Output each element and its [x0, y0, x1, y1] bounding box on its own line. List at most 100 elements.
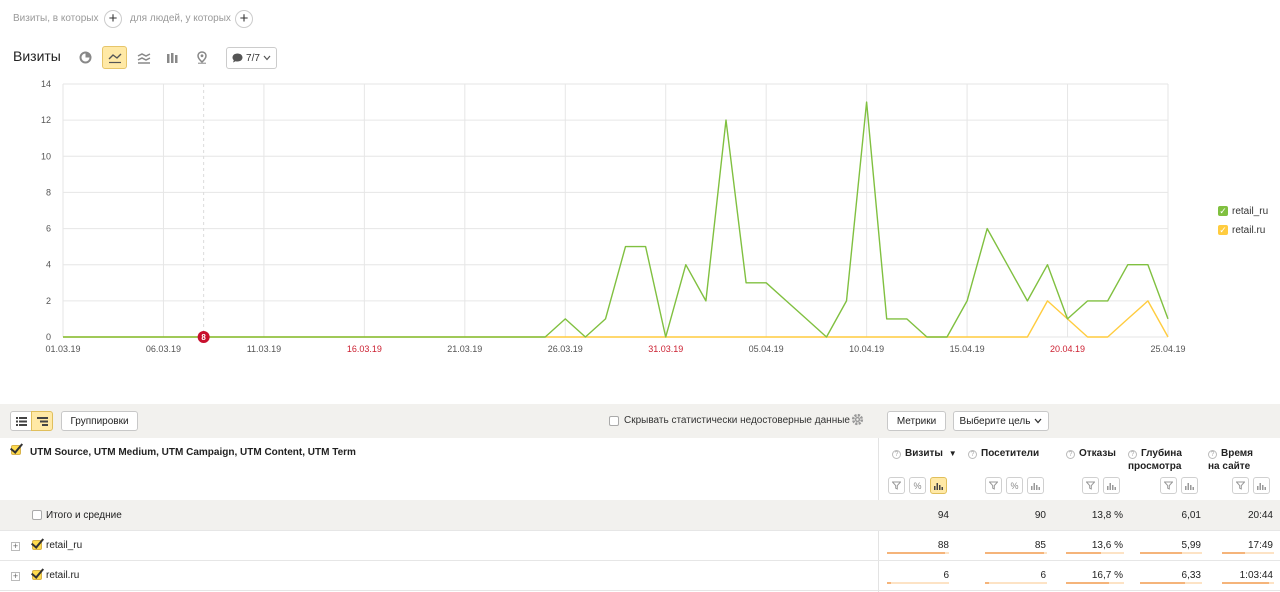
checkbox-checked-icon	[11, 445, 21, 455]
add-people-segment-button[interactable]: +	[235, 10, 253, 28]
filter-button[interactable]	[1082, 477, 1099, 494]
y-tick-label: 8	[46, 187, 51, 197]
gear-icon	[851, 413, 864, 426]
cell-depth: 5,99	[1181, 540, 1201, 551]
area-chart-icon	[137, 52, 150, 64]
column-header-time[interactable]: ? Время на сайте	[1208, 447, 1253, 473]
legend-label: retail.ru	[1232, 224, 1266, 236]
bars-icon	[1107, 482, 1116, 490]
help-icon[interactable]: ?	[968, 450, 977, 459]
row-label[interactable]: retail.ru	[46, 570, 79, 581]
line-chart-button[interactable]	[102, 46, 127, 69]
x-tick-label: 11.03.19	[247, 344, 281, 354]
column-header-bounces[interactable]: ? Отказы	[1066, 447, 1116, 460]
y-tick-label: 4	[46, 260, 51, 270]
add-visit-segment-button[interactable]: +	[104, 10, 122, 28]
help-icon[interactable]: ?	[1208, 450, 1217, 459]
hide-unreliable-toggle[interactable]: Скрывать статистически недостоверные дан…	[609, 415, 850, 426]
goal-select[interactable]: Выберите цель	[953, 411, 1049, 431]
plus-icon: +	[108, 10, 118, 27]
visits-share-bar	[887, 552, 949, 554]
column-header-visits[interactable]: ? Визиты ▼	[892, 447, 957, 460]
x-tick-label: 21.03.19	[447, 344, 482, 354]
bounce-bar-fill	[1066, 552, 1101, 554]
chart-grid	[62, 83, 1169, 338]
bar-chart-button[interactable]	[160, 46, 185, 69]
hide-unreliable-checkbox[interactable]	[609, 415, 619, 426]
line-chart-icon	[108, 53, 121, 63]
tree-view-button[interactable]	[31, 411, 53, 431]
area-chart-button[interactable]	[131, 46, 156, 69]
groupings-button[interactable]: Группировки	[61, 411, 138, 431]
chart-annotation[interactable]: 8	[197, 84, 210, 343]
visitors-share-bar-fill	[985, 552, 1044, 554]
x-tick-label: 10.04.19	[849, 344, 884, 354]
series-line-1	[63, 300, 1169, 338]
filter-button[interactable]	[1232, 477, 1249, 494]
dimension-title[interactable]: UTM Source, UTM Medium, UTM Campaign, UT…	[30, 447, 356, 458]
percent-icon: %	[913, 480, 922, 491]
x-tick-label: 05.04.19	[749, 344, 784, 354]
y-tick-label: 2	[46, 296, 51, 306]
filter-button[interactable]	[888, 477, 905, 494]
bar-view-button[interactable]	[1253, 477, 1270, 494]
cell-visits: 88	[937, 540, 949, 551]
total-time: 20:44	[1247, 510, 1273, 521]
filter-icon	[1164, 481, 1173, 490]
x-tick-label: 15.04.19	[950, 344, 985, 354]
bar-view-button[interactable]	[930, 477, 947, 494]
metrics-button[interactable]: Метрики	[887, 411, 946, 431]
dimension-checkbox[interactable]	[11, 445, 21, 458]
notes-toggle-button[interactable]: 7/7	[226, 47, 277, 69]
bar-view-button[interactable]	[1103, 477, 1120, 494]
row-checkbox[interactable]	[32, 540, 42, 550]
settings-gear-button[interactable]	[851, 413, 864, 429]
totals-checkbox[interactable]	[32, 510, 42, 520]
help-icon[interactable]: ?	[1066, 450, 1075, 459]
cell-bounce-rate: 16,7 %	[1091, 570, 1123, 581]
visits-line-chart: 0 2 4 6 8 10 12 14 01.03.19 06.03.19 11.03.19 16.0…	[41, 79, 1186, 354]
legend-check-icon: ✓	[1218, 225, 1228, 235]
table-row[interactable]: + retail_ru 88 85 13,6 % 5,99 17:49	[0, 530, 1280, 561]
bars-icon	[934, 482, 943, 490]
bar-view-button[interactable]	[1027, 477, 1044, 494]
legend-item-retail-underscore-ru[interactable]: ✓ retail_ru	[1218, 204, 1268, 218]
visitors-share-bar	[985, 582, 1047, 584]
goal-select-label: Выберите цель	[959, 415, 1031, 427]
segment-visits-label: Визиты, в которых	[13, 13, 99, 24]
filter-button[interactable]	[985, 477, 1002, 494]
legend-item-retail-dot-ru[interactable]: ✓ retail.ru	[1218, 223, 1265, 237]
bar-view-button[interactable]	[1181, 477, 1198, 494]
column-header-depth[interactable]: ? Глубина просмотра	[1128, 447, 1182, 473]
row-checkbox[interactable]	[32, 570, 42, 580]
y-tick-label: 6	[46, 224, 51, 234]
help-icon[interactable]: ?	[1128, 450, 1137, 459]
expand-icon[interactable]: +	[11, 542, 20, 551]
help-icon[interactable]: ?	[892, 450, 901, 459]
visitors-share-bar	[985, 552, 1047, 554]
total-bounce-rate: 13,8 %	[1091, 510, 1123, 521]
cell-visits: 6	[943, 570, 949, 581]
pie-chart-button[interactable]	[73, 46, 98, 69]
filter-button[interactable]	[1160, 477, 1177, 494]
list-view-button[interactable]	[10, 411, 32, 431]
x-axis-labels: 01.03.19 06.03.19 11.03.19 16.03.19 21.03.19…	[45, 344, 1185, 354]
sort-desc-icon: ▼	[948, 449, 957, 458]
column-header-visitors[interactable]: ? Посетители	[968, 447, 1039, 460]
map-chart-button[interactable]	[189, 46, 214, 69]
cell-visitors: 6	[1040, 570, 1046, 581]
percent-icon: %	[1010, 480, 1019, 491]
chevron-down-icon	[263, 55, 271, 61]
percent-button[interactable]: %	[909, 477, 926, 494]
expand-icon[interactable]: +	[11, 572, 20, 581]
total-depth: 6,01	[1181, 510, 1201, 521]
y-tick-label: 10	[41, 151, 51, 161]
filter-icon	[1236, 481, 1245, 490]
table-row[interactable]: + retail.ru 6 6 16,7 % 6,33 1:03:44	[0, 560, 1280, 591]
visits-share-bar-fill	[887, 552, 946, 554]
row-label[interactable]: retail_ru	[46, 540, 82, 551]
cell-visitors: 85	[1034, 540, 1046, 551]
y-tick-label: 12	[41, 115, 51, 125]
cell-time: 1:03:44	[1239, 570, 1273, 581]
percent-button[interactable]: %	[1006, 477, 1023, 494]
